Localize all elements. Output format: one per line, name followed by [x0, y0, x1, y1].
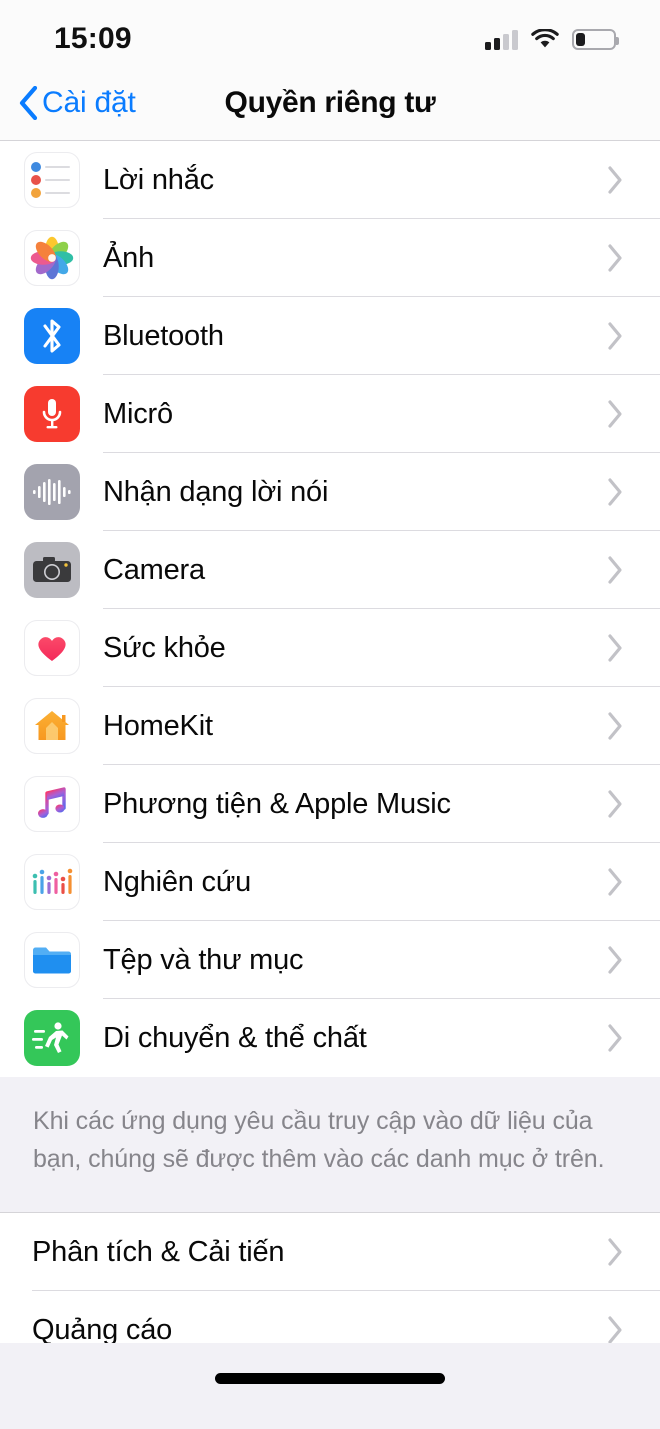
- chevron-right-icon: [608, 1316, 622, 1344]
- chevron-right-icon: [608, 400, 622, 428]
- navigation-bar: Cài đặt Quyền riêng tư: [0, 66, 660, 140]
- section-privacy-categories: Lời nhắc Ảnh Bluetooth Micrô Nhận dạng l…: [0, 140, 660, 1077]
- list-item-research[interactable]: Nghiên cứu: [0, 843, 660, 921]
- list-item-label: Phương tiện & Apple Music: [103, 787, 451, 820]
- speech-recognition-icon: [24, 464, 80, 520]
- list-item-label: Di chuyển & thể chất: [103, 1021, 367, 1054]
- chevron-right-icon: [608, 634, 622, 662]
- chevron-right-icon: [608, 712, 622, 740]
- homekit-icon: [24, 698, 80, 754]
- list-item-motion-and-fitness[interactable]: Di chuyển & thể chất: [0, 999, 660, 1077]
- list-item-label: Bluetooth: [103, 319, 224, 352]
- list-item-analytics-improvements[interactable]: Phân tích & Cải tiến: [0, 1213, 660, 1291]
- list-item-label: Nhận dạng lời nói: [103, 475, 329, 508]
- list-item-label: Nghiên cứu: [103, 865, 251, 898]
- chevron-right-icon: [608, 166, 622, 194]
- list-item-label: Phân tích & Cải tiến: [32, 1235, 285, 1268]
- list-item-label: Sức khỏe: [103, 631, 226, 664]
- chevron-right-icon: [608, 244, 622, 272]
- cellular-signal-icon: [485, 28, 518, 50]
- chevron-right-icon: [608, 1024, 622, 1052]
- research-icon: [24, 854, 80, 910]
- list-item-bluetooth[interactable]: Bluetooth: [0, 297, 660, 375]
- settings-list[interactable]: Lời nhắc Ảnh Bluetooth Micrô Nhận dạng l…: [0, 140, 660, 1392]
- reminders-icon: [24, 152, 80, 208]
- list-item-reminders[interactable]: Lời nhắc: [0, 141, 660, 219]
- microphone-icon: [24, 386, 80, 442]
- apple-music-icon: [24, 776, 80, 832]
- chevron-right-icon: [608, 322, 622, 350]
- chevron-right-icon: [608, 868, 622, 896]
- chevron-left-icon: [19, 86, 38, 120]
- list-item-label: HomeKit: [103, 709, 213, 742]
- list-item-label: Camera: [103, 553, 205, 586]
- camera-icon: [24, 542, 80, 598]
- chevron-right-icon: [608, 790, 622, 818]
- list-item-files-and-folders[interactable]: Tệp và thư mục: [0, 921, 660, 999]
- list-item-camera[interactable]: Camera: [0, 531, 660, 609]
- list-item-label: Tệp và thư mục: [103, 943, 304, 976]
- list-item-media-apple-music[interactable]: Phương tiện & Apple Music: [0, 765, 660, 843]
- home-indicator-area: [0, 1343, 660, 1429]
- photos-icon: [24, 230, 80, 286]
- list-item-label: Micrô: [103, 397, 173, 430]
- chevron-right-icon: [608, 946, 622, 974]
- back-button-label: Cài đặt: [42, 86, 136, 119]
- iphone-screen: 15:09 Cài đặt Quyền riêng tư Lời nhắc Ản…: [0, 0, 660, 1429]
- list-item-label: Lời nhắc: [103, 163, 214, 196]
- files-folders-icon: [24, 932, 80, 988]
- status-bar: 15:09: [0, 0, 660, 66]
- list-item-speech-recognition[interactable]: Nhận dạng lời nói: [0, 453, 660, 531]
- battery-icon: [572, 28, 619, 50]
- chevron-right-icon: [608, 478, 622, 506]
- list-item-label: Ảnh: [103, 241, 154, 274]
- chevron-right-icon: [608, 1238, 622, 1266]
- motion-fitness-icon: [24, 1010, 80, 1066]
- list-item-homekit[interactable]: HomeKit: [0, 687, 660, 765]
- home-indicator-bar[interactable]: [215, 1373, 445, 1384]
- back-button[interactable]: Cài đặt: [18, 86, 136, 120]
- status-bar-indicators: [485, 28, 619, 50]
- bluetooth-icon: [24, 308, 80, 364]
- list-item-microphone[interactable]: Micrô: [0, 375, 660, 453]
- list-item-label: Quảng cáo: [32, 1313, 173, 1346]
- health-icon: [24, 620, 80, 676]
- list-item-photos[interactable]: Ảnh: [0, 219, 660, 297]
- section-footnote: Khi các ứng dụng yêu cầu truy cập vào dữ…: [0, 1077, 660, 1212]
- wifi-icon: [531, 28, 559, 47]
- list-item-health[interactable]: Sức khỏe: [0, 609, 660, 687]
- chevron-right-icon: [608, 556, 622, 584]
- status-bar-time: 15:09: [54, 22, 132, 55]
